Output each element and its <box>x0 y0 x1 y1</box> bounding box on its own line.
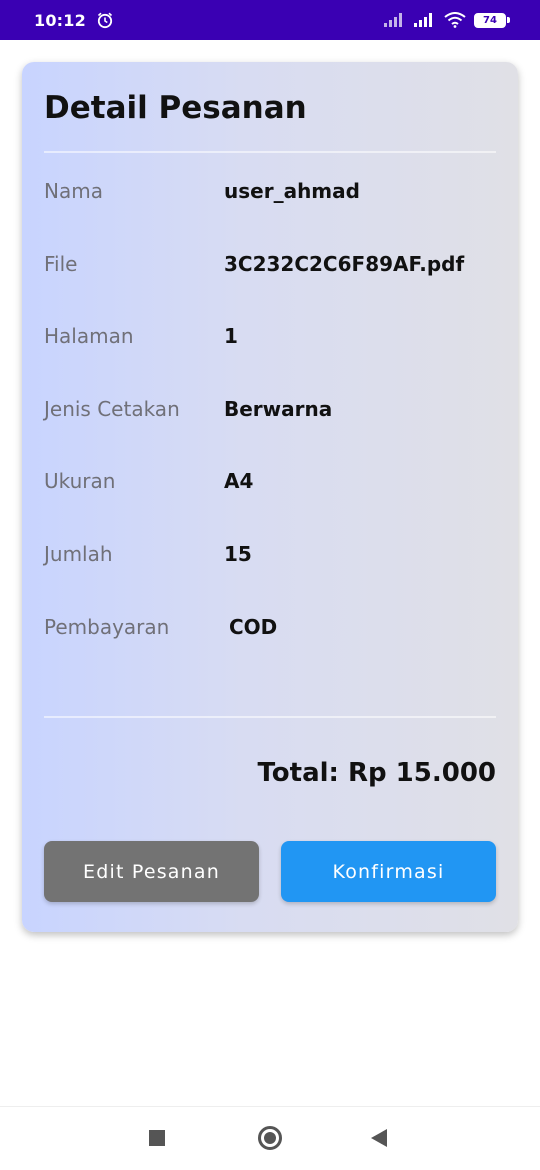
bottom-divider <box>44 716 496 718</box>
value-halaman: 1 <box>224 324 238 348</box>
order-total: Total: Rp 15.000 <box>257 758 497 788</box>
value-ukuran: A4 <box>224 469 254 493</box>
status-bar: 10:12 74 <box>0 0 540 40</box>
value-jenis-cetakan: Berwarna <box>224 397 333 421</box>
value-jumlah: 15 <box>224 542 252 566</box>
label-ukuran: Ukuran <box>44 469 116 493</box>
confirm-button[interactable]: Konfirmasi <box>281 841 496 902</box>
label-pembayaran: Pembayaran <box>44 615 170 639</box>
signal-icon <box>384 13 406 27</box>
status-left: 10:12 <box>34 11 114 30</box>
label-jumlah: Jumlah <box>44 542 113 566</box>
label-nama: Nama <box>44 179 103 203</box>
battery-tip <box>507 17 510 23</box>
wifi-icon <box>444 12 466 28</box>
back-icon[interactable] <box>371 1129 387 1147</box>
value-nama: user_ahmad <box>224 179 360 203</box>
edit-order-button[interactable]: Edit Pesanan <box>44 841 259 902</box>
status-right: 74 <box>384 12 510 28</box>
battery-icon: 74 <box>474 12 510 28</box>
label-halaman: Halaman <box>44 324 134 348</box>
order-detail-card: Detail Pesanan Nama user_ahmad File 3C23… <box>22 62 518 932</box>
value-pembayaran: COD <box>229 615 278 639</box>
recents-icon[interactable] <box>149 1130 165 1146</box>
label-jenis-cetakan: Jenis Cetakan <box>44 397 180 421</box>
status-time: 10:12 <box>34 10 86 30</box>
home-icon[interactable] <box>258 1126 282 1150</box>
alarm-icon <box>96 11 114 29</box>
card-title: Detail Pesanan <box>44 90 307 126</box>
value-file: 3C232C2C6F89AF.pdf <box>224 252 465 276</box>
signal-icon <box>414 13 436 27</box>
top-divider <box>44 151 496 153</box>
battery-level: 74 <box>474 12 506 28</box>
label-file: File <box>44 252 78 276</box>
navigation-bar <box>0 1106 540 1170</box>
